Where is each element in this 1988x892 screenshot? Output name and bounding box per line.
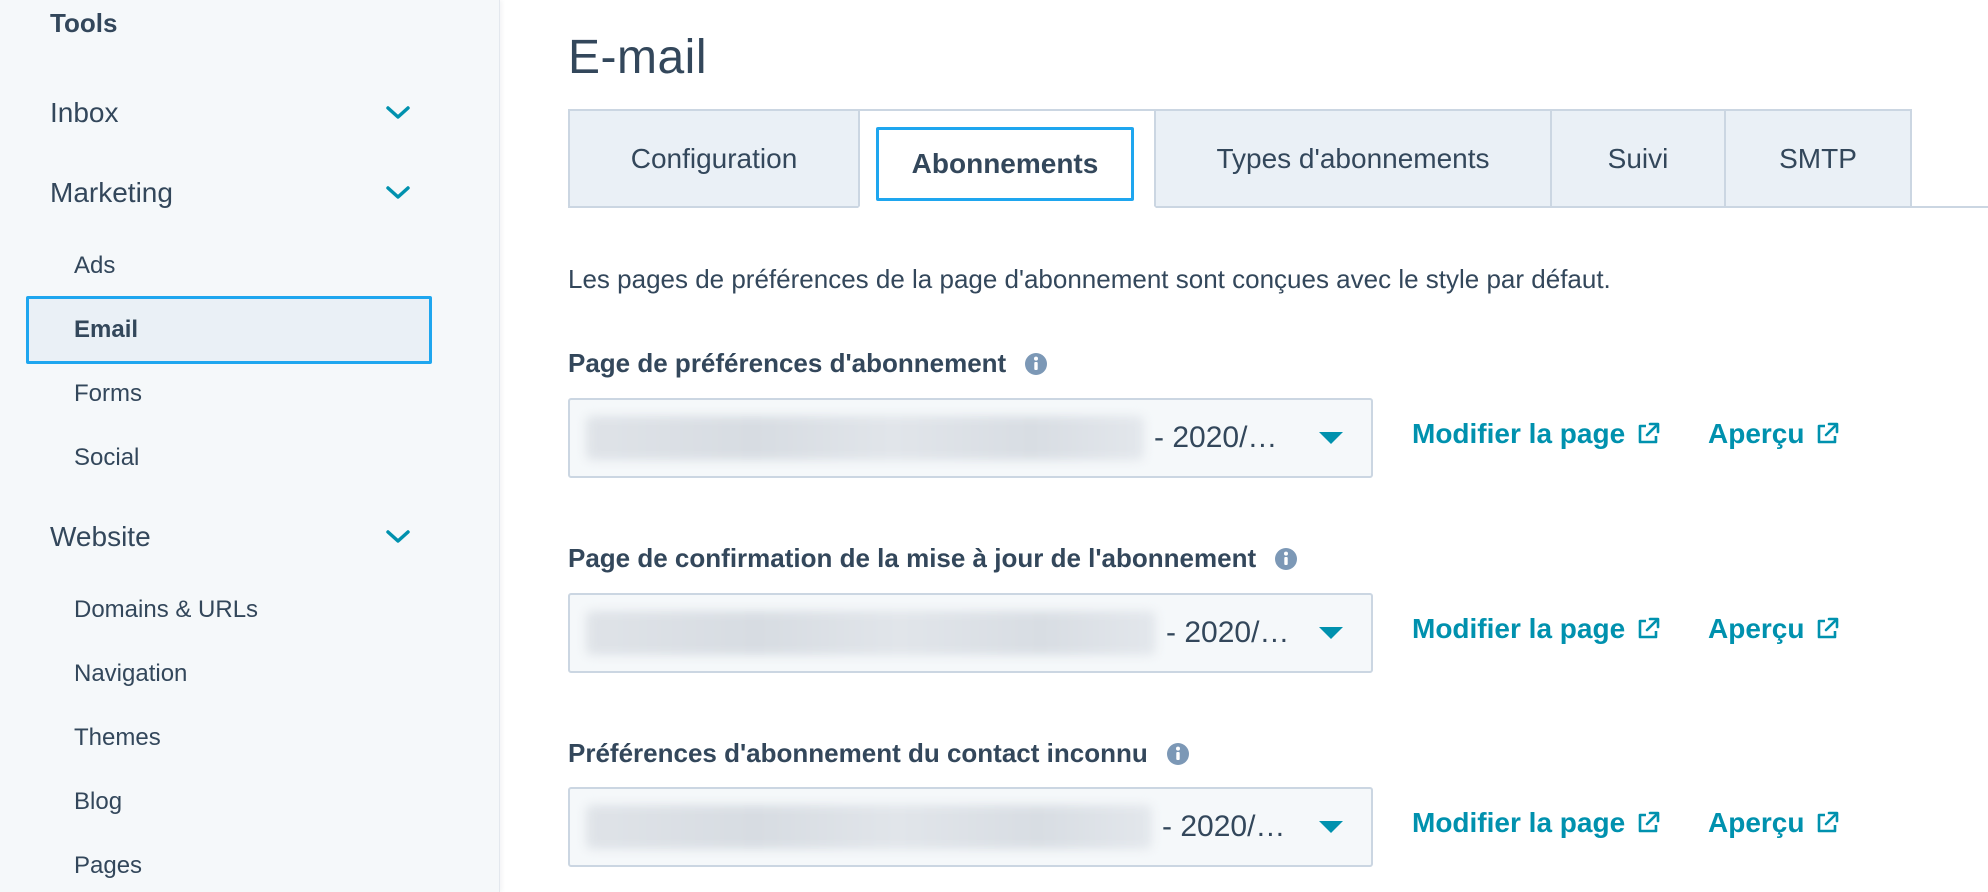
tab-label: Abonnements — [876, 127, 1134, 201]
info-icon[interactable] — [1274, 547, 1298, 571]
info-icon[interactable] — [1024, 352, 1048, 376]
link-label: Aperçu — [1708, 418, 1805, 449]
tab-configuration[interactable]: Configuration — [568, 109, 860, 208]
external-link-icon — [1635, 421, 1661, 447]
sidebar-group-label: Marketing — [50, 177, 173, 208]
sidebar-item-navigation[interactable]: Navigation — [74, 654, 187, 694]
tab-suivi[interactable]: Suivi — [1550, 109, 1726, 208]
select-value: - 2020/… — [1154, 421, 1278, 454]
tab-smtp[interactable]: SMTP — [1724, 109, 1912, 208]
unknown-contact-select[interactable]: - 2020/… — [568, 787, 1373, 867]
link-label: Aperçu — [1708, 807, 1805, 838]
chevron-down-icon — [384, 103, 412, 123]
sidebar-group-marketing[interactable]: Marketing — [50, 168, 412, 218]
preferences-page-select[interactable]: - 2020/… — [568, 398, 1373, 478]
sidebar-group-label: Inbox — [50, 97, 119, 128]
preview-link[interactable]: Aperçu — [1708, 418, 1840, 450]
external-link-icon — [1814, 421, 1840, 447]
blurred-page-name — [586, 611, 1156, 655]
select-value: - 2020/… — [1166, 616, 1290, 649]
chevron-down-icon — [384, 527, 412, 547]
field-label-text: Préférences d'abonnement du contact inco… — [568, 738, 1148, 768]
link-label: Modifier la page — [1412, 418, 1626, 449]
tab-types-abonnements[interactable]: Types d'abonnements — [1154, 109, 1552, 208]
blurred-page-name — [586, 805, 1152, 849]
external-link-icon — [1635, 810, 1661, 836]
sidebar-item-pages[interactable]: Pages — [74, 846, 142, 886]
info-icon[interactable] — [1166, 742, 1190, 766]
caret-down-icon — [1319, 627, 1343, 639]
sidebar-item-ads[interactable]: Ads — [74, 246, 115, 286]
external-link-icon — [1814, 616, 1840, 642]
caret-down-icon — [1319, 821, 1343, 833]
page-title: E-mail — [568, 31, 708, 84]
sidebar-item-social[interactable]: Social — [74, 438, 139, 478]
field-label-preferences-page: Page de préférences d'abonnement — [568, 348, 1048, 379]
field-label-text: Page de confirmation de la mise à jour d… — [568, 543, 1257, 573]
settings-sidebar: Tools Inbox Marketing Ads Email Forms So… — [0, 0, 500, 892]
external-link-icon — [1635, 616, 1661, 642]
preview-link[interactable]: Aperçu — [1708, 807, 1840, 839]
preview-link[interactable]: Aperçu — [1708, 613, 1840, 645]
edit-page-link[interactable]: Modifier la page — [1412, 613, 1661, 645]
tab-abonnements[interactable]: Abonnements — [858, 109, 1156, 208]
link-label: Aperçu — [1708, 613, 1805, 644]
link-label: Modifier la page — [1412, 807, 1626, 838]
sidebar-group-website[interactable]: Website — [50, 512, 412, 562]
external-link-icon — [1814, 810, 1840, 836]
sidebar-group-label: Website — [50, 521, 151, 552]
sidebar-item-domains-urls[interactable]: Domains & URLs — [74, 590, 258, 630]
edit-page-link[interactable]: Modifier la page — [1412, 418, 1661, 450]
sidebar-item-blog[interactable]: Blog — [74, 782, 122, 822]
sidebar-item-email[interactable]: Email — [26, 296, 432, 364]
caret-down-icon — [1319, 432, 1343, 444]
sidebar-item-forms[interactable]: Forms — [74, 374, 142, 414]
field-label-confirmation-page: Page de confirmation de la mise à jour d… — [568, 543, 1298, 574]
sidebar-item-themes[interactable]: Themes — [74, 718, 161, 758]
field-label-unknown-contact: Préférences d'abonnement du contact inco… — [568, 738, 1190, 769]
chevron-down-icon — [384, 183, 412, 203]
sidebar-group-inbox[interactable]: Inbox — [50, 88, 412, 138]
field-label-text: Page de préférences d'abonnement — [568, 348, 1007, 378]
sidebar-title: Tools — [50, 8, 118, 38]
description-text: Les pages de préférences de la page d'ab… — [568, 264, 1611, 294]
edit-page-link[interactable]: Modifier la page — [1412, 807, 1661, 839]
confirmation-page-select[interactable]: - 2020/… — [568, 593, 1373, 673]
blurred-page-name — [586, 416, 1144, 460]
link-label: Modifier la page — [1412, 613, 1626, 644]
select-value: - 2020/… — [1162, 810, 1286, 843]
main-content: E-mail Configuration Abonnements Types d… — [500, 0, 1988, 892]
